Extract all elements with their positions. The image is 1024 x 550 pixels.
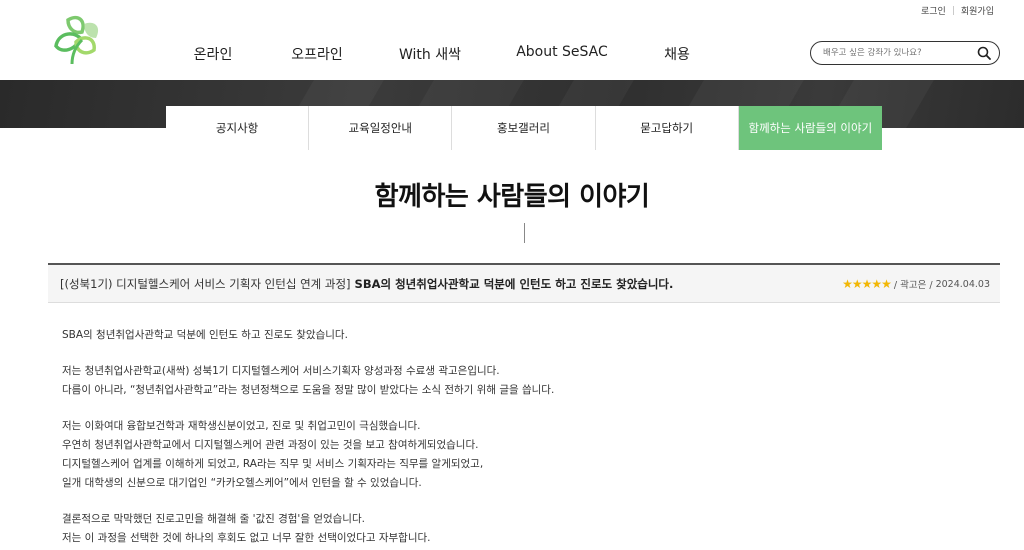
nav-recruit[interactable]: 채용 [664, 44, 690, 64]
nav-about-sesac[interactable]: About SeSAC [516, 44, 608, 60]
post-date: 2024.04.03 [935, 278, 990, 290]
subnav-qna[interactable]: 묻고답하기 [596, 106, 739, 150]
post-subject: SBA의 청년취업사관학교 덕분에 인턴도 하고 진로도 찾았습니다. [354, 276, 674, 291]
util-separator: | [951, 5, 955, 16]
subnav-notice[interactable]: 공지사항 [166, 106, 310, 150]
post-line: 저는 이화여대 융합보건학과 재학생신분이었고, 진로 및 취업고민이 극심했습… [62, 420, 421, 432]
rating-stars-icon: ★★★★★ [842, 277, 892, 291]
post-category: [(성북1기) 디지털헬스케어 서비스 기획자 인턴십 연계 과정] [60, 276, 351, 291]
search-input[interactable] [823, 48, 973, 58]
search-icon[interactable] [977, 46, 991, 60]
page-title: 함께하는 사람들의 이야기 [374, 182, 650, 212]
subnav-stories[interactable]: 함께하는 사람들의 이야기 [738, 106, 882, 150]
post-line: 일개 대학생의 신분으로 대기업인 “카카오헬스케어”에서 인턴을 할 수 있었… [62, 477, 422, 489]
post-line: 결론적으로 막막했던 진로고민을 해결해 줄 '값진 경험'을 얻었습니다. [62, 513, 365, 525]
post-author: / 곽고은 / [893, 280, 933, 291]
nav-with-sesac[interactable]: With 새싹 [399, 44, 461, 64]
sesac-logo-icon[interactable] [50, 10, 102, 66]
utility-links: 로그인 | 회원가입 [921, 4, 994, 18]
nav-online[interactable]: 온라인 [194, 44, 233, 64]
signup-link[interactable]: 회원가입 [961, 4, 994, 17]
title-divider [524, 223, 525, 243]
subnav-schedule[interactable]: 교육일정안내 [309, 106, 453, 150]
post-line: 다름이 아니라, “청년취업사관학교”라는 청년정책으로 도움을 정말 많이 받… [62, 384, 555, 396]
post-line: 디지털헬스케어 업계를 이해하게 되었고, RA라는 직무 및 서비스 기획자라… [62, 458, 484, 470]
board-subnav: 공지사항 교육일정안내 홍보갤러리 묻고답하기 함께하는 사람들의 이야기 [166, 106, 882, 150]
login-link[interactable]: 로그인 [921, 4, 946, 17]
post-line: 저는 청년취업사관학교(새싹) 성북1기 디지털헬스케어 서비스기획자 양성과정… [62, 365, 500, 377]
post-line: SBA의 청년취업사관학교 덕분에 인턴도 하고 진로도 찾았습니다. [62, 329, 348, 341]
post-line: 우연히 청년취업사관학교에서 디지털헬스케어 관련 과정이 있는 것을 보고 참… [62, 439, 479, 451]
search-box [810, 41, 1000, 65]
nav-offline[interactable]: 오프라인 [291, 44, 343, 64]
site-header: 로그인 | 회원가입 온라인 오프라인 With 새싹 About SeSAC … [0, 0, 1024, 80]
post-body: SBA의 청년취업사관학교 덕분에 인턴도 하고 진로도 찾았습니다. 저는 청… [62, 326, 962, 548]
post-meta: ★★★★★ / 곽고은 / 2024.04.03 [842, 277, 990, 291]
post-header: [(성북1기) 디지털헬스케어 서비스 기획자 인턴십 연계 과정] SBA의 … [48, 263, 1000, 303]
subnav-gallery[interactable]: 홍보갤러리 [452, 106, 596, 150]
post-line: 저는 이 과정을 선택한 것에 하나의 후회도 없고 너무 잘한 선택이었다고 … [62, 532, 431, 544]
